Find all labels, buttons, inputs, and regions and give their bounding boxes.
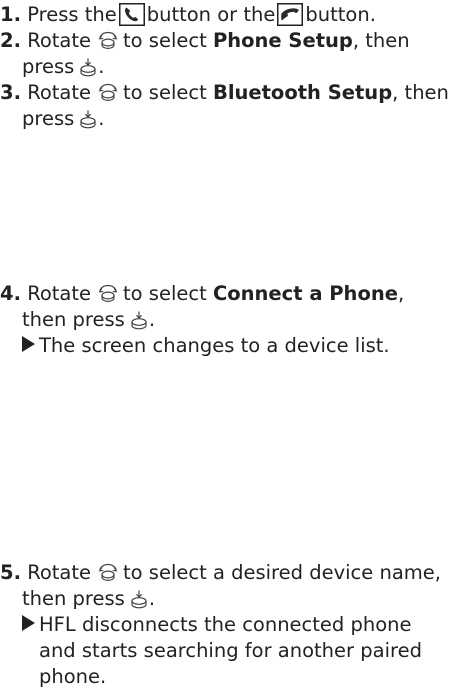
step-text: . (148, 308, 156, 331)
result-arrow-icon (22, 336, 35, 352)
step-text: to select (123, 81, 207, 104)
step-number: 5. (0, 561, 21, 584)
step-4: 4. Rotate to select Connect a Phone, (0, 281, 476, 307)
step-text: Rotate (27, 81, 92, 104)
result-text: phone. (39, 665, 107, 688)
step-text: , then (352, 29, 410, 52)
press-knob-icon (79, 109, 97, 129)
step-text: then press (22, 308, 125, 331)
selector-knob-icon (97, 562, 119, 582)
step-text: Rotate (27, 282, 92, 305)
step-3-line-2: press. (0, 106, 476, 132)
press-knob-icon (79, 57, 97, 77)
selector-knob-icon (97, 283, 119, 303)
step-5: 5. Rotate to select a desired device name… (0, 560, 476, 586)
step-4-result: The screen changes to a device list. (0, 333, 476, 359)
phone-icon (119, 3, 145, 26)
press-knob-icon (130, 589, 148, 609)
step-text: , (397, 282, 405, 305)
step-text: to select (123, 29, 207, 52)
step-number: 4. (0, 282, 21, 305)
menu-option: Phone Setup (212, 29, 353, 52)
step-5-result-line-2: and starts searching for another paired (0, 638, 476, 664)
step-text: to select a desired device name, (123, 561, 441, 584)
menu-option: Connect a Phone (212, 282, 398, 305)
step-text: Rotate (27, 561, 92, 584)
step-5-line-2: then press. (0, 586, 476, 612)
pickup-icon (277, 3, 303, 26)
step-text: . (98, 55, 105, 78)
step-1: 1. Press the button or the button. (0, 2, 476, 28)
step-text: press (22, 55, 75, 78)
step-text: Press the (27, 3, 117, 26)
selector-knob-icon (97, 82, 119, 102)
step-2-line-2: press. (0, 54, 476, 80)
step-number: 1. (0, 3, 21, 26)
step-number: 2. (0, 29, 21, 52)
result-text: and starts searching for another paired (39, 639, 422, 662)
step-text: press (22, 107, 75, 130)
result-text: The screen changes to a device list. (39, 334, 390, 357)
step-text: then press (22, 587, 125, 610)
step-5-result-line-3: phone. (0, 664, 476, 690)
step-text: . (98, 107, 105, 130)
step-3: 3. Rotate to select Bluetooth Setup, then (0, 80, 476, 106)
step-5-result: HFL disconnects the connected phone (0, 612, 476, 638)
step-text: , then (392, 81, 449, 104)
step-text: Rotate (27, 29, 92, 52)
result-text: HFL disconnects the connected phone (39, 613, 412, 636)
selector-knob-icon (97, 30, 119, 50)
step-text: to select (123, 282, 207, 305)
step-4-line-2: then press. (0, 307, 476, 333)
result-arrow-icon (22, 615, 35, 631)
step-text: button or the (146, 3, 276, 26)
menu-option: Bluetooth Setup (212, 81, 393, 104)
step-text: button. (305, 3, 376, 26)
step-text: . (148, 587, 156, 610)
step-2: 2. Rotate to select Phone Setup, then (0, 28, 476, 54)
press-knob-icon (130, 310, 148, 330)
step-number: 3. (0, 81, 21, 104)
